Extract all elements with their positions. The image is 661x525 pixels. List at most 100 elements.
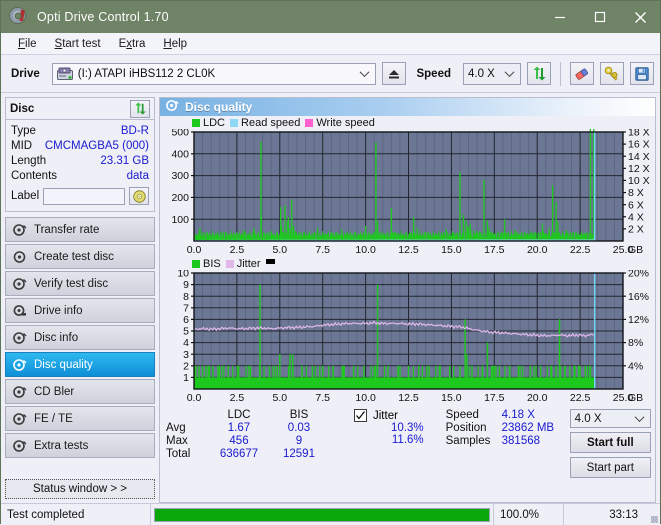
svg-text:8: 8 bbox=[183, 291, 189, 303]
panel-header: Disc quality bbox=[160, 98, 655, 116]
disc-row-type-value: BD-R bbox=[120, 124, 149, 137]
sidebar-item-create-test-disc[interactable]: Create test disc bbox=[5, 244, 155, 269]
svg-text:GB: GB bbox=[628, 392, 643, 404]
svg-text:16 X: 16 X bbox=[628, 139, 650, 151]
sidebar-item-disc-quality-label: Disc quality bbox=[34, 358, 93, 371]
legend-ldc: LDC bbox=[192, 117, 225, 129]
window-controls bbox=[540, 1, 660, 33]
measurement-column: Speed 4.18 X Position 23862 MB Samples 3… bbox=[446, 409, 564, 447]
svg-text:5.0: 5.0 bbox=[272, 244, 287, 256]
sidebar-item-verify-test-disc[interactable]: Verify test disc bbox=[5, 271, 155, 296]
disc-panel-title: Disc bbox=[10, 102, 35, 115]
disc-label-input[interactable] bbox=[43, 187, 125, 205]
menu-file[interactable]: File bbox=[9, 36, 46, 52]
save-button[interactable] bbox=[630, 62, 654, 85]
start-part-button[interactable]: Start part bbox=[569, 457, 651, 478]
sidebar-item-transfer-rate[interactable]: Transfer rate bbox=[5, 217, 155, 242]
stats-corner bbox=[166, 409, 208, 421]
svg-text:12 X: 12 X bbox=[628, 163, 650, 175]
legend-ldc-label: LDC bbox=[203, 116, 226, 129]
status-bar: Test completed 100.0% 33:13 bbox=[1, 503, 660, 525]
speed-chevron-down-icon[interactable] bbox=[503, 67, 516, 80]
tools-button[interactable] bbox=[600, 62, 624, 85]
disc-row-mid-key: MID bbox=[11, 139, 33, 152]
test-speed-chevron-down-icon[interactable] bbox=[633, 412, 646, 425]
legend-write-speed: Write speed bbox=[305, 117, 375, 129]
svg-text:22.5: 22.5 bbox=[570, 244, 591, 256]
maximize-icon[interactable] bbox=[580, 1, 620, 33]
drive-select[interactable]: (I:) ATAPI iHBS112 2 CL0K bbox=[51, 62, 377, 85]
cd-bler-icon bbox=[13, 385, 27, 399]
sidebar-item-fe-te[interactable]: FE / TE bbox=[5, 406, 155, 431]
progress-container bbox=[151, 504, 494, 525]
sidebar-item-drive-info-label: Drive info bbox=[34, 304, 83, 317]
disc-rows: Type BD-R MID CMCMAGBA5 (000) Length 23.… bbox=[6, 120, 154, 211]
sidebar-item-cd-bler-label: CD Bler bbox=[34, 385, 75, 398]
status-window-button[interactable]: Status window > > bbox=[5, 479, 155, 499]
legend-read-speed-swatch bbox=[230, 118, 239, 127]
close-icon[interactable] bbox=[620, 1, 660, 33]
sidebar-item-extra-tests[interactable]: Extra tests bbox=[5, 433, 155, 458]
disc-refresh-button[interactable] bbox=[130, 99, 150, 118]
fe-te-icon bbox=[13, 412, 27, 426]
menu-file-rest: ile bbox=[25, 37, 37, 50]
sidebar-item-extra-tests-label: Extra tests bbox=[34, 439, 89, 452]
sidebar-item-disc-quality[interactable]: Disc quality bbox=[5, 352, 155, 377]
svg-text:100: 100 bbox=[171, 214, 189, 226]
legend-jitter-swatch bbox=[225, 259, 234, 268]
eject-button[interactable] bbox=[382, 62, 407, 85]
legend-jitter-label: Jitter bbox=[236, 257, 261, 270]
svg-text:4 X: 4 X bbox=[628, 211, 644, 223]
minimize-icon[interactable] bbox=[540, 1, 580, 33]
sidebar: Disc Type BD-R MID CMCMAGBA5 (000) Lengt… bbox=[1, 93, 159, 503]
legend-read-speed: Read speed bbox=[230, 117, 300, 129]
drive-value: (I:) ATAPI iHBS112 2 CL0K bbox=[77, 67, 216, 80]
sidebar-item-cd-bler[interactable]: CD Bler bbox=[5, 379, 155, 404]
jitter-header: Jitter bbox=[332, 409, 444, 422]
disc-row-mid-value: CMCMAGBA5 (000) bbox=[44, 139, 149, 152]
disc-row-length-value: 23.31 GB bbox=[100, 154, 149, 167]
test-speed-select[interactable]: 4.0 X bbox=[569, 409, 651, 428]
disc-row-mid: MID CMCMAGBA5 (000) bbox=[11, 138, 149, 153]
menu-extra[interactable]: Extra bbox=[110, 36, 155, 52]
speed-select[interactable]: 4.0 X bbox=[463, 62, 521, 85]
legend-write-speed-swatch bbox=[305, 118, 314, 127]
sidebar-item-drive-info[interactable]: Drive info bbox=[5, 298, 155, 323]
start-full-button[interactable]: Start full bbox=[569, 432, 651, 453]
drive-icon bbox=[56, 67, 73, 81]
resize-grip[interactable] bbox=[644, 504, 660, 525]
jitter-checkbox[interactable] bbox=[354, 409, 367, 422]
toolbar-separator bbox=[560, 61, 561, 86]
disc-panel-header: Disc bbox=[6, 98, 154, 120]
create-test-disc-icon bbox=[13, 250, 27, 264]
svg-text:12.5: 12.5 bbox=[398, 392, 419, 404]
app-window: Opti Drive Control 1.70 File Start test … bbox=[0, 0, 661, 525]
svg-text:20.0: 20.0 bbox=[527, 244, 548, 256]
sidebar-item-verify-test-disc-label: Verify test disc bbox=[34, 277, 109, 290]
disc-row-contents: Contents data bbox=[11, 168, 149, 183]
svg-text:8 X: 8 X bbox=[628, 187, 644, 199]
svg-text:20%: 20% bbox=[628, 270, 649, 280]
svg-text:4: 4 bbox=[183, 337, 189, 349]
elapsed-time: 33:13 bbox=[609, 508, 638, 521]
menu-start-test[interactable]: Start test bbox=[46, 36, 110, 52]
menu-help[interactable]: Help bbox=[154, 36, 196, 52]
stats-table: LDC BIS Avg 1.67 0.03 Max 456 9 Total 63… bbox=[166, 409, 328, 460]
disc-label-key: Label bbox=[11, 190, 40, 202]
refresh-button[interactable] bbox=[527, 62, 551, 85]
disc-label-apply-button[interactable] bbox=[129, 187, 149, 205]
disc-label-row: Label bbox=[11, 185, 149, 207]
legend-ldc-swatch bbox=[192, 118, 200, 127]
erase-button[interactable] bbox=[570, 62, 594, 85]
svg-text:10: 10 bbox=[177, 270, 189, 280]
chevron-down-icon[interactable] bbox=[358, 67, 371, 80]
menu-extra-b: tra bbox=[132, 37, 146, 50]
svg-text:4%: 4% bbox=[628, 360, 643, 372]
svg-text:200: 200 bbox=[171, 192, 189, 204]
svg-text:5.0: 5.0 bbox=[272, 392, 287, 404]
svg-text:6 X: 6 X bbox=[628, 199, 644, 211]
legend-bis-swatch bbox=[192, 259, 200, 268]
sidebar-item-disc-info[interactable]: Disc info bbox=[5, 325, 155, 350]
extra-tests-icon bbox=[13, 439, 27, 453]
